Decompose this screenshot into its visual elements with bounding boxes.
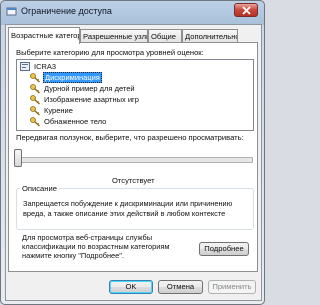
content-advisor-window: Ограничение доступа Возрастные категории…	[0, 0, 265, 305]
slider-value-label: Отсутствует	[112, 176, 155, 185]
description-group: Описание Запрещается побуждение к дискри…	[16, 184, 254, 230]
more-info-text-line1: Для просмотра веб-страницы службы	[22, 233, 153, 242]
tab-strip: Возрастные категории Разрешенные узлы Об…	[8, 27, 260, 44]
description-text-line1: Запрещается побуждение к дискриминации и…	[23, 199, 233, 208]
more-info-text-line2: классификации по возрастным категориям	[22, 242, 170, 251]
dialog-client-area: Возрастные категории Разрешенные узлы Об…	[5, 24, 262, 301]
apply-button[interactable]: Применить	[208, 280, 256, 294]
tab-advanced[interactable]: Дополнительно	[182, 29, 238, 42]
key-icon	[30, 84, 41, 94]
cancel-button[interactable]: Отмена	[158, 280, 203, 294]
category-tree[interactable]: ICRA3 Дискриминация Дурной пример для де…	[16, 59, 254, 131]
description-title: Описание	[20, 184, 59, 193]
tree-item-label: Обнаженное тело	[44, 117, 107, 126]
window-app-icon	[6, 6, 17, 17]
key-icon	[30, 117, 41, 127]
more-info-text-line3: нажмите кнопку "Подробнее".	[22, 251, 124, 260]
tree-prompt: Выберите категорию для просмотра уровней…	[16, 48, 204, 57]
rating-system-icon	[20, 62, 30, 71]
tree-item-label: Изображение азартных игр	[44, 95, 139, 104]
tab-allowed-sites[interactable]: Разрешенные узлы	[80, 29, 148, 42]
slider-prompt: Передвигая ползунок, выберите, что разре…	[16, 133, 244, 142]
tree-item-label: Дурной пример для детей	[44, 84, 135, 93]
rating-slider-track[interactable]	[17, 157, 253, 163]
window-title: Ограничение доступа	[21, 6, 112, 16]
tab-panel: Выберите категорию для просмотра уровней…	[8, 42, 258, 272]
key-icon	[30, 106, 41, 116]
close-button[interactable]	[234, 3, 258, 17]
title-bar: Ограничение доступа	[1, 1, 264, 23]
description-text-line2: вреда, а также описание этих действий в …	[23, 209, 226, 218]
close-icon	[242, 6, 251, 15]
ok-button[interactable]: OK	[109, 280, 153, 294]
rating-slider-thumb[interactable]	[14, 149, 22, 167]
key-icon	[30, 95, 41, 105]
tab-general[interactable]: Общие	[148, 29, 182, 42]
tab-age-categories[interactable]: Возрастные категории	[8, 27, 80, 44]
key-icon	[30, 73, 41, 83]
tree-item-label: Курение	[44, 106, 73, 115]
tree-item-label: Дискриминация	[43, 72, 102, 83]
tree-root-label: ICRA3	[34, 62, 57, 71]
more-info-button[interactable]: Подробнее	[199, 242, 249, 256]
